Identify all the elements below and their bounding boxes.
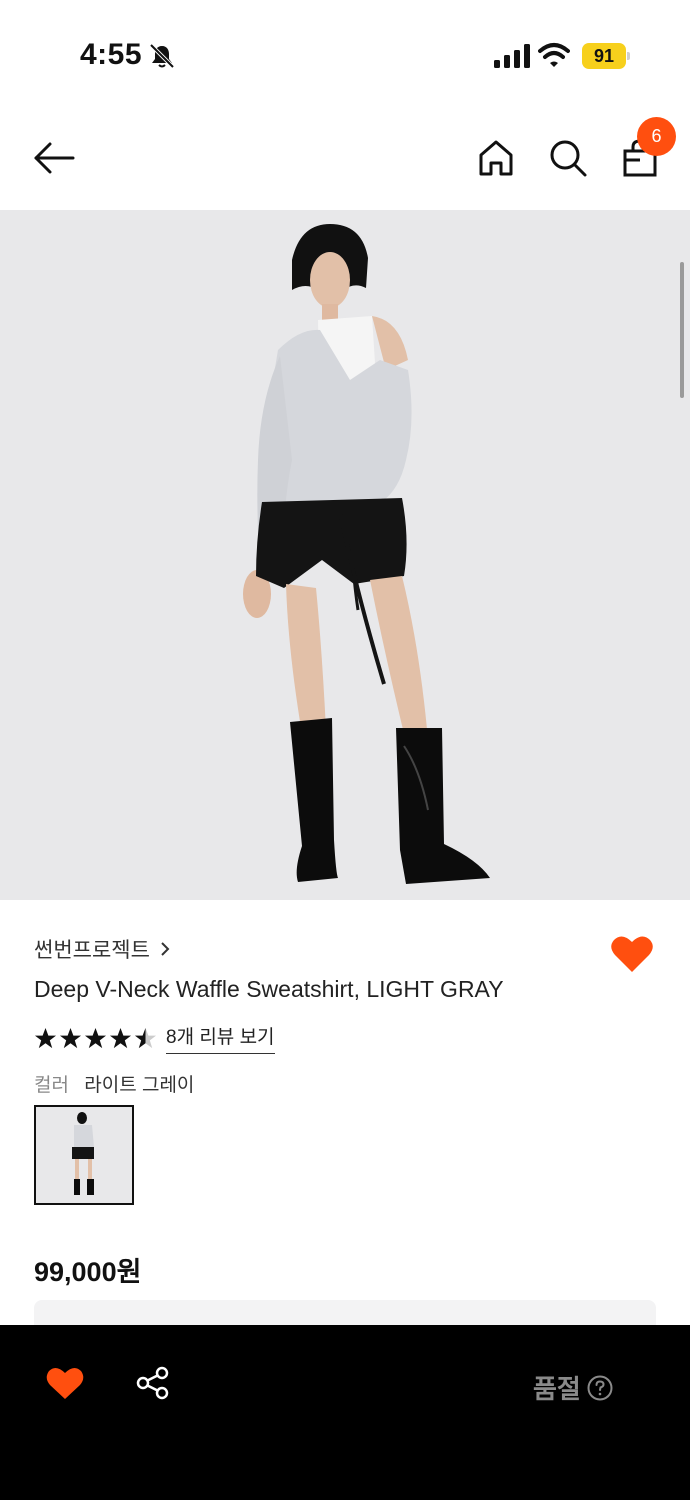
bell-slash-icon [149,43,175,69]
star-rating [34,1027,157,1050]
color-thumbnail[interactable] [34,1105,134,1205]
wifi-icon [538,43,570,67]
battery-cap [627,52,630,60]
scrollbar[interactable] [680,262,684,398]
color-row: 컬러 라이트 그레이 [34,1070,194,1097]
product-name: Deep V-Neck Waffle Sweatshirt, LIGHT GRA… [34,976,504,1002]
color-label: 컬러 [34,1075,69,1096]
soldout-label: 품절 [533,1374,581,1404]
heart-icon[interactable] [46,1365,84,1401]
status-time: 4:55 [80,38,143,71]
model-photo [243,224,490,884]
share-icon[interactable] [135,1365,171,1401]
soldout-status[interactable]: 품절 [533,1369,613,1406]
battery-indicator: 91 [582,43,630,69]
help-icon[interactable] [587,1375,613,1401]
reviews-link[interactable]: 8개 리뷰 보기 [166,1022,275,1054]
product-price: 99,000원 [34,1257,142,1287]
brand-name: 썬번프로젝트 [34,939,150,962]
star-icon [59,1027,82,1048]
star-icon [34,1027,57,1048]
star-half-icon [134,1027,157,1048]
brand-link[interactable]: 썬번프로젝트 [34,934,172,964]
heart-icon[interactable] [610,932,654,974]
bottom-action-bar: 품절 [0,1325,690,1500]
status-bar: 4:55 91 [0,0,690,110]
signal-icon [494,44,530,68]
color-value: 라이트 그레이 [84,1075,195,1096]
cart-count-badge: 6 [637,117,676,156]
search-icon[interactable] [548,138,588,178]
battery-level: 91 [582,43,626,69]
top-navigation [0,110,690,210]
back-arrow-icon[interactable] [32,138,76,178]
thumbnail-photo [72,1112,94,1195]
home-icon[interactable] [477,138,515,178]
chevron-right-icon [161,942,170,956]
star-icon [109,1027,132,1048]
star-icon [84,1027,107,1048]
rating-row: 8개 리뷰 보기 [34,1022,275,1054]
product-main-image[interactable] [0,210,690,900]
